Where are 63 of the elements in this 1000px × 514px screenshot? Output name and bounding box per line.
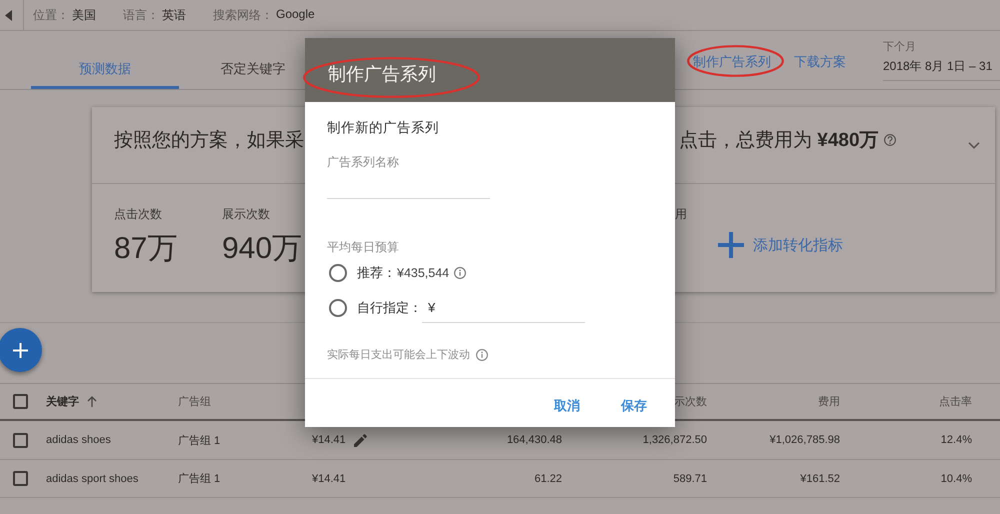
chevron-down-icon[interactable] — [968, 142, 980, 149]
field-label: 平均每日预算 — [327, 239, 400, 255]
filter-label: 搜索网络： — [213, 6, 273, 24]
table-cell: 589.71 — [673, 472, 707, 484]
checkbox[interactable] — [13, 432, 28, 448]
metric-value: 940万 — [222, 231, 302, 267]
table-cell: 12.4% — [940, 434, 972, 446]
table-cell: 1,326,872.50 — [642, 434, 707, 446]
date-range-label: 下个月 — [883, 40, 917, 54]
caret-left-icon[interactable] — [5, 10, 12, 20]
filter-value: 英语 — [162, 6, 186, 24]
pencil-icon[interactable] — [354, 434, 367, 446]
add-metric-link[interactable]: 添加转化指标 — [718, 232, 843, 258]
summary-headline: 按照您的方案，如果采 — [114, 129, 305, 153]
radio-button[interactable] — [329, 264, 347, 282]
info-icon — [476, 349, 488, 361]
column-header[interactable]: 关键字 — [46, 394, 79, 409]
option-label: 推荐： — [357, 264, 396, 282]
dialog-subtitle: 制作新的广告系列 — [327, 119, 440, 137]
budget-input-field[interactable]: ¥ — [422, 293, 585, 323]
column-header[interactable]: 费用 — [818, 394, 840, 409]
table-cell-text: 广告组 1 — [178, 434, 222, 448]
table-cell-text: 广告组 1 — [178, 472, 222, 486]
table-cell: ¥161.52 — [800, 472, 840, 484]
arrow-up-icon[interactable] — [87, 396, 97, 407]
add-button[interactable] — [0, 328, 42, 372]
table-cell-text: adidas sport shoes — [46, 472, 140, 484]
dialog-button[interactable]: 保存 — [611, 389, 657, 423]
help-icon — [884, 134, 896, 146]
summary-headline: 点击，总费用为 ¥480万 — [679, 129, 879, 153]
option-value: ¥435,544 — [397, 266, 450, 280]
metric-value: 87万 — [114, 231, 178, 267]
table-cell: 61.22 — [534, 472, 562, 484]
filter-value: 美国 — [72, 6, 96, 24]
table-cell: 164,430.48 — [506, 434, 562, 446]
table-cell: 10.4% — [940, 472, 972, 484]
checkbox[interactable] — [13, 471, 28, 486]
table-cell: ¥14.41 — [312, 434, 346, 446]
tab[interactable]: 预测数据 — [31, 31, 179, 89]
field-label: 广告系列名称 — [327, 154, 400, 170]
plus-icon — [12, 342, 28, 358]
column-header[interactable]: 广告组 — [178, 394, 211, 409]
dialog-note: 实际每日支出可能会上下波动 — [327, 348, 470, 363]
filter-value: Google — [276, 6, 315, 22]
action-link[interactable]: 下载方案 — [794, 54, 846, 70]
table-cell-text: adidas shoes — [46, 434, 112, 446]
column-header[interactable]: 点击率 — [939, 394, 972, 409]
radio-button[interactable] — [329, 299, 347, 317]
metric-label: 用 — [675, 206, 687, 222]
metric-label: 点击次数 — [114, 206, 162, 222]
plus-icon — [718, 232, 744, 258]
dialog-button[interactable]: 取消 — [544, 389, 590, 423]
table-cell: ¥14.41 — [312, 472, 346, 484]
table-cell: ¥1,026,785.98 — [770, 434, 840, 446]
dialog-title: 制作广告系列 — [328, 62, 436, 86]
filter-label: 位置： — [33, 6, 69, 24]
column-header[interactable]: 示次数 — [674, 394, 707, 409]
info-icon — [454, 267, 466, 279]
option-label: 自行指定： — [357, 299, 422, 317]
checkbox[interactable] — [13, 394, 28, 409]
filter-label: 语言： — [123, 6, 159, 24]
date-range-field[interactable]: 2018年 8月 1日 – 31 — [883, 58, 1000, 81]
metric-label: 展示次数 — [222, 206, 270, 222]
